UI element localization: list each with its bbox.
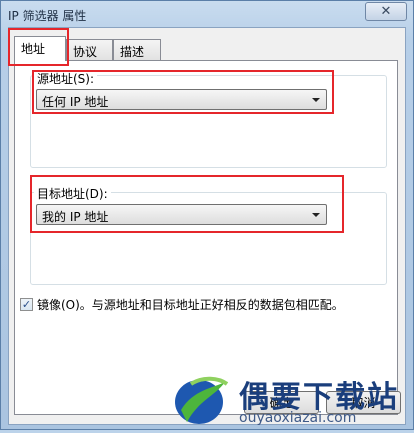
mirror-label: 镜像(O)。与源地址和目标地址正好相反的数据包相匹配。 — [37, 298, 344, 312]
tab-address[interactable]: 地址 — [14, 36, 66, 61]
chevron-down-icon — [312, 98, 320, 102]
destination-address-label: 目标地址(D): — [34, 185, 111, 202]
dialog-window: IP 筛选器 属性 ✕ 地址 协议 描述 源地址(S): 任何 IP 地址 目标… — [0, 0, 414, 430]
source-address-select[interactable]: 任何 IP 地址 — [36, 89, 327, 110]
close-icon: ✕ — [380, 4, 392, 19]
destination-address-select[interactable]: 我的 IP 地址 — [36, 204, 327, 225]
address-tab-panel: 源地址(S): 任何 IP 地址 目标地址(D): 我的 IP 地址 — [14, 60, 398, 415]
tab-description-label: 描述 — [120, 45, 145, 59]
site-logo-icon — [175, 376, 229, 424]
tab-protocol[interactable]: 协议 — [66, 39, 113, 60]
mirror-option[interactable]: ✓ 镜像(O)。与源地址和目标地址正好相反的数据包相匹配。 — [20, 296, 344, 313]
chevron-down-icon — [312, 213, 320, 217]
source-address-label: 源地址(S): — [34, 70, 98, 87]
title-bar[interactable]: IP 筛选器 属性 ✕ — [1, 1, 413, 27]
checkmark-icon: ✓ — [21, 298, 32, 311]
tab-address-label: 地址 — [21, 42, 46, 56]
destination-address-value: 我的 IP 地址 — [42, 210, 109, 224]
close-button[interactable]: ✕ — [365, 2, 407, 21]
window-title: IP 筛选器 属性 — [8, 9, 87, 23]
site-watermark: 偶要下载站 ouyaoxiazai.com — [169, 370, 413, 430]
tab-protocol-label: 协议 — [73, 45, 98, 59]
source-address-value: 任何 IP 地址 — [42, 95, 109, 109]
tab-description[interactable]: 描述 — [113, 39, 161, 60]
dialog-client-area: 地址 协议 描述 源地址(S): 任何 IP 地址 目标地址(D): 我的 IP… — [8, 27, 406, 425]
mirror-checkbox[interactable]: ✓ — [20, 298, 33, 311]
watermark-url: ouyaoxiazai.com — [239, 410, 357, 426]
